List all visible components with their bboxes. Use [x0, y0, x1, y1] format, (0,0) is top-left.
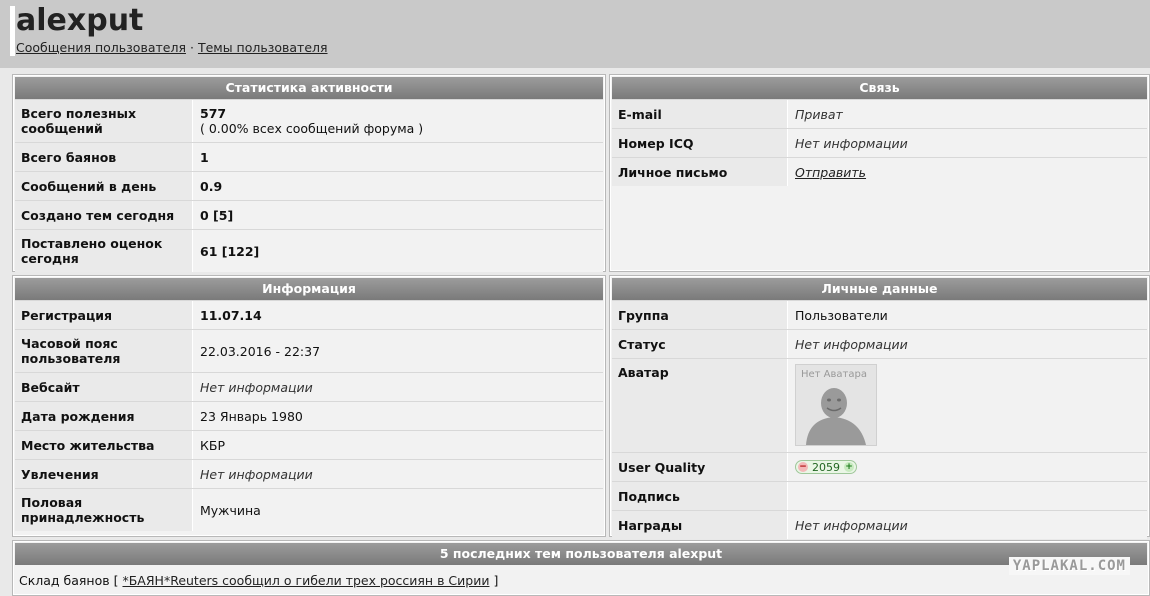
rate-down-button[interactable]: − — [798, 462, 808, 472]
info-row-interests: Увлечения Нет информации — [15, 459, 603, 488]
row-label: Дата рождения — [15, 402, 193, 430]
personal-panel-title: Личные данные — [612, 278, 1147, 300]
recent-topic-link[interactable]: *БАЯН*Reuters сообщил о гибели трех росс… — [122, 573, 489, 588]
avatar: Нет Аватара — [795, 364, 877, 446]
personal-row-awards: Награды Нет информации — [612, 510, 1147, 539]
row-label: Часовой пояс пользователя — [15, 330, 193, 372]
activity-panel-title: Статистика активности — [15, 77, 603, 99]
row-label: Сообщений в день — [15, 172, 193, 200]
site-watermark: YAPLAKAL.COM — [1008, 557, 1130, 575]
row-label: Поставлено оценок сегодня — [15, 230, 193, 272]
row-value: Мужчина — [193, 489, 603, 531]
row-label: Группа — [612, 301, 788, 329]
topic-section: Склад баянов — [19, 573, 110, 588]
info-panel: Информация Регистрация 11.07.14 Часовой … — [12, 275, 606, 537]
total-posts-value: 577 — [200, 106, 227, 121]
row-value: Нет информации — [193, 460, 603, 488]
info-row-gender: Половая принадлежность Мужчина — [15, 488, 603, 531]
contact-row-pm: Личное письмо Отправить — [612, 157, 1147, 186]
activity-row-total-posts: Всего полезных сообщений 577 ( 0.00% все… — [15, 99, 603, 142]
contact-panel: Связь E-mail Приват Номер ICQ Нет информ… — [609, 74, 1150, 272]
personal-panel: Личные данные Группа Пользователи Статус… — [609, 275, 1150, 539]
info-row-timezone: Часовой пояс пользователя 22.03.2016 - 2… — [15, 329, 603, 372]
row-label: Вебсайт — [15, 373, 193, 401]
personal-row-quality: User Quality − 2059 + — [612, 452, 1147, 481]
activity-panel: Статистика активности Всего полезных соо… — [12, 74, 606, 272]
row-value: 577 ( 0.00% всех сообщений форума ) — [193, 100, 603, 142]
bracket-open: [ — [113, 573, 119, 588]
row-value: Пользователи — [788, 301, 1147, 329]
rate-up-button[interactable]: + — [844, 462, 854, 472]
row-label: Всего баянов — [15, 143, 193, 171]
row-value: Нет информации — [788, 511, 1147, 539]
user-topics-link[interactable]: Темы пользователя — [198, 40, 328, 55]
row-label: Всего полезных сообщений — [15, 100, 193, 142]
row-value: Отправить — [788, 158, 1147, 186]
user-quality-value: 2059 — [812, 460, 840, 474]
row-value: − 2059 + — [788, 453, 1147, 481]
contact-row-icq: Номер ICQ Нет информации — [612, 128, 1147, 157]
info-row-location: Место жительства КБР — [15, 430, 603, 459]
user-links: Сообщения пользователя · Темы пользователя — [16, 40, 328, 55]
row-value — [788, 482, 1147, 510]
user-quality-widget: − 2059 + — [795, 460, 857, 474]
row-value: Нет Аватара — [788, 359, 1147, 452]
row-label: Регистрация — [15, 301, 193, 329]
user-posts-link[interactable]: Сообщения пользователя — [16, 40, 186, 55]
personal-row-signature: Подпись — [612, 481, 1147, 510]
personal-row-avatar: Аватар Нет Аватара — [612, 358, 1147, 452]
activity-row-bayans: Всего баянов 1 — [15, 142, 603, 171]
profile-username: alexput — [16, 3, 144, 38]
row-label: Награды — [612, 511, 788, 539]
activity-row-posts-per-day: Сообщений в день 0.9 — [15, 171, 603, 200]
profile-header: alexput Сообщения пользователя · Темы поль… — [0, 0, 1150, 68]
send-message-link[interactable]: Отправить — [795, 165, 1140, 180]
recent-topics-panel: 5 последних тем пользователя alexput Скл… — [12, 540, 1150, 596]
activity-row-topics-today: Создано тем сегодня 0 [5] — [15, 200, 603, 229]
personal-row-status: Статус Нет информации — [612, 329, 1147, 358]
row-label: Личное письмо — [612, 158, 788, 186]
row-value: 22.03.2016 - 22:37 — [193, 330, 603, 372]
row-label: Создано тем сегодня — [15, 201, 193, 229]
row-label: Подпись — [612, 482, 788, 510]
default-avatar-silhouette-icon — [806, 388, 866, 445]
row-value: 61 [122] — [193, 230, 603, 272]
row-label: User Quality — [612, 453, 788, 481]
row-label: Увлечения — [15, 460, 193, 488]
row-value: Нет информации — [788, 129, 1147, 157]
link-separator: · — [189, 40, 194, 55]
row-value: Нет информации — [788, 330, 1147, 358]
row-value: 11.07.14 — [193, 301, 603, 329]
header-accent-bar — [10, 6, 15, 56]
row-value: 23 Январь 1980 — [193, 402, 603, 430]
recent-topic-item: Склад баянов [ *БАЯН*Reuters сообщил о г… — [13, 565, 1149, 596]
row-label: Аватар — [612, 359, 788, 452]
row-value: 0.9 — [193, 172, 603, 200]
recent-topics-title: 5 последних тем пользователя alexput — [15, 543, 1147, 565]
info-row-website: Вебсайт Нет информации — [15, 372, 603, 401]
row-value: КБР — [193, 431, 603, 459]
row-label: Половая принадлежность — [15, 489, 193, 531]
contact-row-email: E-mail Приват — [612, 99, 1147, 128]
info-row-registration: Регистрация 11.07.14 — [15, 300, 603, 329]
total-posts-percent: ( 0.00% всех сообщений форума ) — [200, 121, 424, 136]
info-row-birthday: Дата рождения 23 Январь 1980 — [15, 401, 603, 430]
info-panel-title: Информация — [15, 278, 603, 300]
row-value: Приват — [788, 100, 1147, 128]
row-value: 0 [5] — [193, 201, 603, 229]
bracket-close: ] — [493, 573, 499, 588]
row-label: Место жительства — [15, 431, 193, 459]
activity-row-ratings-today: Поставлено оценок сегодня 61 [122] — [15, 229, 603, 272]
row-label: Статус — [612, 330, 788, 358]
row-value: 1 — [193, 143, 603, 171]
row-value: Нет информации — [193, 373, 603, 401]
row-label: E-mail — [612, 100, 788, 128]
personal-row-group: Группа Пользователи — [612, 300, 1147, 329]
contact-panel-title: Связь — [612, 77, 1147, 99]
row-label: Номер ICQ — [612, 129, 788, 157]
